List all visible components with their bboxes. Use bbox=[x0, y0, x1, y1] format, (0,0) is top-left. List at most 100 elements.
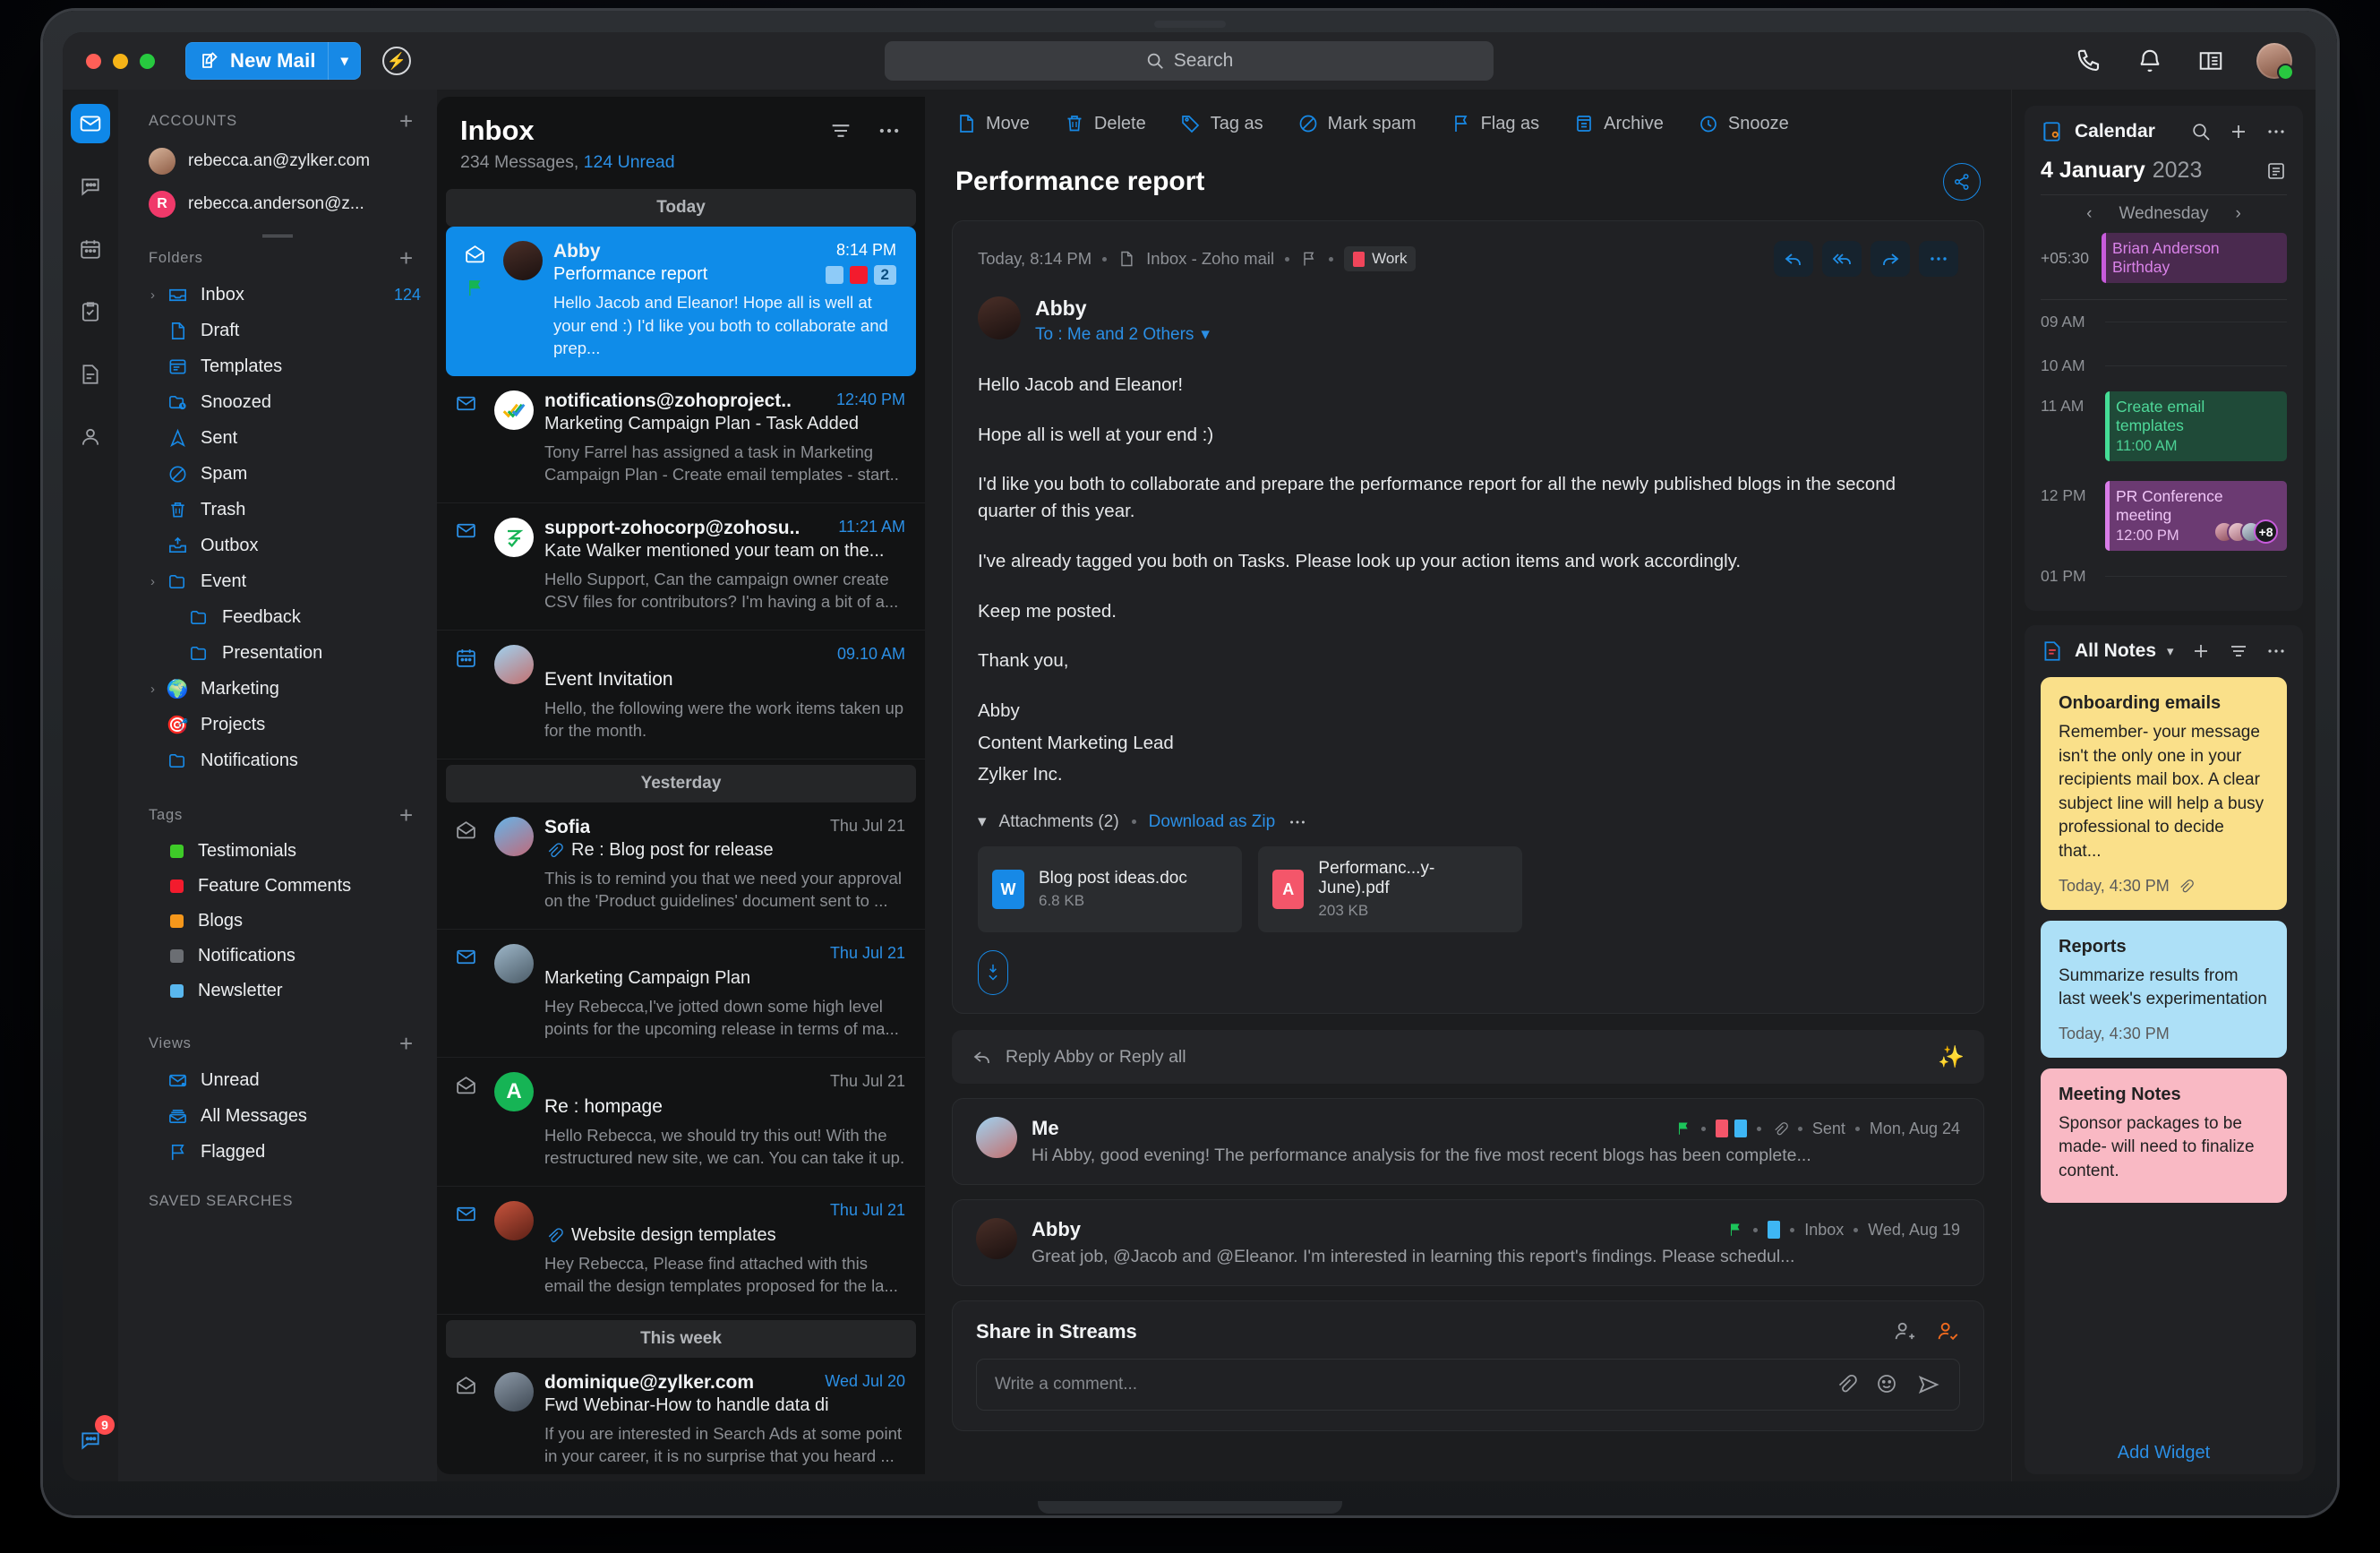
account-item[interactable]: R rebecca.anderson@z... bbox=[118, 183, 437, 226]
forward-button[interactable] bbox=[1871, 241, 1910, 277]
calendar-event-allday[interactable]: Brian Anderson Birthday bbox=[2102, 233, 2287, 283]
notes-filter-icon[interactable] bbox=[2228, 640, 2249, 662]
search-icon[interactable] bbox=[2190, 121, 2212, 142]
thread-message[interactable]: Me Sent Mon, Aug 24 Hi Abby, good evenin… bbox=[952, 1098, 1984, 1186]
note-card[interactable]: Onboarding emails Remember- your message… bbox=[2041, 677, 2287, 910]
sidebar-item-presentation[interactable]: Presentation bbox=[118, 635, 437, 671]
attachment-item[interactable]: W Blog post ideas.doc 6.8 KB bbox=[978, 846, 1242, 933]
sidebar-view-all-messages[interactable]: All Messages bbox=[118, 1098, 437, 1134]
ai-wand-icon[interactable]: ✨ bbox=[1938, 1044, 1965, 1070]
delete-button[interactable]: Delete bbox=[1064, 113, 1146, 134]
sidebar-view-unread[interactable]: Unread bbox=[118, 1062, 437, 1098]
close-window-button[interactable] bbox=[86, 53, 101, 69]
sidebar-tag-newsletter[interactable]: Newsletter bbox=[118, 974, 437, 1008]
sidebar-item-draft[interactable]: Draft bbox=[118, 313, 437, 348]
rail-calendar-icon[interactable] bbox=[71, 229, 110, 269]
maximize-window-button[interactable] bbox=[140, 53, 155, 69]
chevron-right-icon[interactable]: › bbox=[150, 682, 155, 697]
prev-day-button[interactable]: ‹ bbox=[2086, 204, 2092, 224]
table-row[interactable]: dominique@zylker.com Wed Jul 20 Fwd Webi… bbox=[437, 1358, 925, 1474]
sidebar-item-spam[interactable]: Spam bbox=[118, 456, 437, 492]
sidebar-item-inbox[interactable]: › Inbox 124 bbox=[118, 277, 437, 313]
envelope-open-icon[interactable] bbox=[455, 1374, 477, 1396]
add-account-button[interactable]: + bbox=[399, 109, 414, 133]
sort-filter-icon[interactable] bbox=[828, 118, 853, 143]
sidebar-tag-blogs[interactable]: Blogs bbox=[118, 904, 437, 939]
minimize-window-button[interactable] bbox=[113, 53, 128, 69]
message-list[interactable]: Today Abby 8:14 PM Performance report 2 … bbox=[437, 184, 925, 1474]
note-card[interactable]: Reports Summarize results from last week… bbox=[2041, 920, 2287, 1058]
sidebar-tag-notifications[interactable]: Notifications bbox=[118, 939, 437, 974]
table-row[interactable]: Thu Jul 21 Website design templates Hey … bbox=[437, 1187, 925, 1315]
calendar-more-options-icon[interactable] bbox=[2265, 121, 2287, 142]
sidebar-tag-testimonials[interactable]: Testimonials bbox=[118, 834, 437, 869]
add-widget-button[interactable]: Add Widget bbox=[2041, 1434, 2287, 1469]
table-row[interactable]: 09.10 AM Event Invitation Hello, the fol… bbox=[437, 631, 925, 759]
attachment-icon[interactable] bbox=[1834, 1372, 1857, 1397]
avatar[interactable] bbox=[2256, 43, 2294, 81]
note-card[interactable]: Meeting Notes Sponsor packages to be mad… bbox=[2041, 1068, 2287, 1203]
comment-input[interactable]: Write a comment... bbox=[976, 1359, 1960, 1411]
new-mail-button[interactable]: New Mail ▾ bbox=[185, 42, 361, 80]
expand-thread-icon[interactable] bbox=[978, 950, 1008, 996]
sidebar-item-projects[interactable]: 🎯 Projects bbox=[118, 707, 437, 742]
chevron-right-icon[interactable]: › bbox=[150, 287, 155, 303]
search-input[interactable]: Search bbox=[885, 41, 1494, 81]
rail-chat-icon[interactable] bbox=[71, 167, 110, 206]
account-item[interactable]: rebecca.an@zylker.com bbox=[118, 140, 437, 183]
event-attendees[interactable]: +8 bbox=[2213, 519, 2278, 544]
thread-message[interactable]: Abby Inbox Wed, Aug 19 Great job, @Jacob… bbox=[952, 1199, 1984, 1287]
add-event-button[interactable] bbox=[2228, 121, 2249, 142]
emoji-icon[interactable] bbox=[1875, 1372, 1898, 1397]
window-controls[interactable] bbox=[86, 53, 155, 69]
more-options-button[interactable] bbox=[1919, 241, 1958, 277]
rail-tasks-icon[interactable] bbox=[71, 292, 110, 331]
table-row[interactable]: Sofia Thu Jul 21 Re : Blog post for rele… bbox=[437, 802, 925, 930]
add-folder-button[interactable]: + bbox=[399, 246, 414, 270]
chevron-right-icon[interactable]: › bbox=[150, 574, 155, 589]
table-row[interactable]: Thu Jul 21 Marketing Campaign Plan Hey R… bbox=[437, 930, 925, 1058]
chevron-down-icon[interactable]: ▾ bbox=[978, 811, 987, 832]
agenda-view-icon[interactable] bbox=[2265, 160, 2287, 182]
sidebar-item-sent[interactable]: Sent bbox=[118, 420, 437, 456]
envelope-icon[interactable] bbox=[455, 946, 477, 968]
bell-icon[interactable] bbox=[2135, 46, 2165, 76]
rail-mail-icon[interactable] bbox=[71, 104, 110, 143]
envelope-open-icon[interactable] bbox=[455, 1074, 477, 1096]
person-check-icon[interactable] bbox=[1935, 1319, 1960, 1344]
move-button[interactable]: Move bbox=[955, 113, 1030, 134]
attachments-more-icon[interactable] bbox=[1288, 812, 1307, 832]
envelope-open-icon[interactable] bbox=[464, 243, 486, 265]
rail-chat-notifications-icon[interactable]: 9 bbox=[71, 1415, 115, 1460]
download-as-zip-link[interactable]: Download as Zip bbox=[1149, 812, 1276, 832]
chevron-down-icon[interactable]: ▾ bbox=[329, 52, 361, 70]
calendar-event[interactable]: PR Conference meeting 12:00 PM +8 bbox=[2105, 481, 2287, 551]
flag-icon[interactable] bbox=[465, 278, 485, 298]
rail-notes-icon[interactable] bbox=[71, 355, 110, 394]
table-row[interactable]: A Thu Jul 21 Re : hompage Hello Rebecca,… bbox=[437, 1058, 925, 1187]
status-badge[interactable]: Work bbox=[1344, 246, 1417, 271]
sidebar-item-feedback[interactable]: Feedback bbox=[118, 599, 437, 635]
flag-icon[interactable] bbox=[1300, 250, 1318, 268]
archive-button[interactable]: Archive bbox=[1573, 113, 1664, 134]
add-note-button[interactable] bbox=[2190, 640, 2212, 662]
list-more-options-icon[interactable] bbox=[877, 118, 902, 143]
add-view-button[interactable]: + bbox=[399, 1032, 414, 1055]
rail-contacts-icon[interactable] bbox=[71, 417, 110, 457]
add-person-icon[interactable] bbox=[1892, 1319, 1917, 1344]
tag-as-button[interactable]: Tag as bbox=[1180, 113, 1263, 134]
sidebar-item-outbox[interactable]: Outbox bbox=[118, 528, 437, 563]
envelope-icon[interactable] bbox=[455, 1203, 477, 1225]
reply-all-button[interactable] bbox=[1822, 241, 1862, 277]
sidebar-item-snoozed[interactable]: Snoozed bbox=[118, 384, 437, 420]
next-day-button[interactable]: › bbox=[2236, 204, 2241, 224]
calendar-icon[interactable] bbox=[455, 647, 477, 669]
reply-button[interactable] bbox=[1774, 241, 1813, 277]
attachment-item[interactable]: A Performanc...y-June).pdf 203 KB bbox=[1258, 846, 1522, 933]
envelope-open-icon[interactable] bbox=[455, 819, 477, 841]
notes-more-options-icon[interactable] bbox=[2265, 640, 2287, 662]
sidebar-item-event[interactable]: › Event bbox=[118, 563, 437, 599]
sidebar-item-templates[interactable]: Templates bbox=[118, 348, 437, 384]
chevron-down-icon[interactable]: ▾ bbox=[2167, 643, 2174, 659]
recipients-toggle[interactable]: To : Me and 2 Others ▾ bbox=[1035, 324, 1210, 345]
